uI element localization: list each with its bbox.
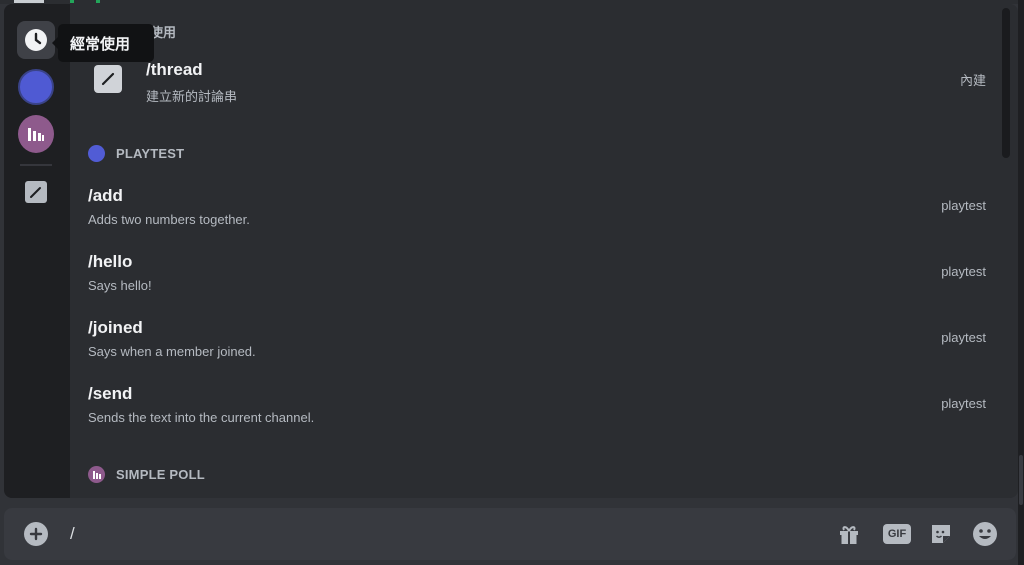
poll-guild-icon xyxy=(88,465,105,483)
command-description: Says hello! xyxy=(88,278,152,293)
command-source: playtest xyxy=(941,396,986,411)
command-description: Adds two numbers together. xyxy=(88,212,250,227)
plus-icon xyxy=(29,527,43,541)
command-description: Sends the text into the current channel. xyxy=(88,410,315,425)
command-name: /hello xyxy=(88,252,133,271)
command-item-joined[interactable]: /joined Says when a member joined. playt… xyxy=(70,310,1000,372)
command-item-thread[interactable]: /thread 建立新的討論串 內建 xyxy=(70,56,1000,118)
command-name: /thread xyxy=(146,60,203,79)
command-item-add[interactable]: /add Adds two numbers together. playtest xyxy=(70,178,1000,240)
rail-frequent-button[interactable] xyxy=(17,21,55,59)
command-source: playtest xyxy=(941,330,986,345)
command-list: 使用 /thread 建立新的討論串 內建 PLAYTEST /add Adds… xyxy=(70,4,1018,498)
playtest-guild-icon xyxy=(88,144,105,162)
command-name: /add xyxy=(88,186,123,205)
gif-button[interactable]: GIF xyxy=(882,521,912,547)
top-strip-accent xyxy=(96,0,100,3)
message-composer: GIF xyxy=(4,508,1016,560)
gift-button[interactable] xyxy=(836,521,862,547)
pencil-icon xyxy=(94,65,122,93)
category-rail xyxy=(4,4,70,498)
command-source: playtest xyxy=(941,264,986,279)
command-list-scrollbar[interactable] xyxy=(1002,8,1010,158)
rail-builtin-button[interactable] xyxy=(25,181,47,203)
attach-button[interactable] xyxy=(24,522,48,546)
gift-icon xyxy=(840,526,858,544)
command-description: 建立新的討論串 xyxy=(146,90,238,105)
section-title: SIMPLE POLL xyxy=(116,466,205,482)
rail-separator xyxy=(20,164,52,166)
section-title: PLAYTEST xyxy=(116,145,185,161)
rail-simple-poll-button[interactable] xyxy=(18,115,54,153)
rail-tooltip: 經常使用 xyxy=(52,24,154,62)
command-picker-popup: 經常使用 使用 /thread 建立新的討論串 內建 PLAYTEST /add… xyxy=(4,4,1018,498)
command-item-send[interactable]: /send Sends the text into the current ch… xyxy=(70,376,1000,438)
gif-icon: GIF xyxy=(883,524,911,544)
command-source: playtest xyxy=(941,198,986,213)
chat-scrollbar-thumb[interactable] xyxy=(1019,455,1023,505)
sticker-icon xyxy=(932,525,950,543)
command-description: Says when a member joined. xyxy=(88,344,256,359)
sticker-button[interactable] xyxy=(928,521,954,547)
section-header-simple-poll: SIMPLE POLL xyxy=(88,464,205,484)
command-name: /joined xyxy=(88,318,143,337)
message-input[interactable] xyxy=(70,520,810,548)
clock-icon xyxy=(25,29,47,51)
command-item-hello[interactable]: /hello Says hello! playtest xyxy=(70,244,1000,306)
poll-guild-icon xyxy=(18,115,54,153)
emoji-button[interactable] xyxy=(972,521,998,547)
top-strip-mark xyxy=(14,0,44,3)
command-name: /send xyxy=(88,384,133,403)
top-strip-accent xyxy=(70,0,74,3)
section-header-playtest: PLAYTEST xyxy=(88,143,184,163)
emoji-icon xyxy=(973,522,997,546)
rail-playtest-button[interactable] xyxy=(18,69,54,105)
chat-scroll-track xyxy=(1018,0,1024,565)
playtest-guild-icon xyxy=(18,69,54,105)
command-source: 內建 xyxy=(959,74,986,89)
pencil-icon xyxy=(30,187,41,198)
